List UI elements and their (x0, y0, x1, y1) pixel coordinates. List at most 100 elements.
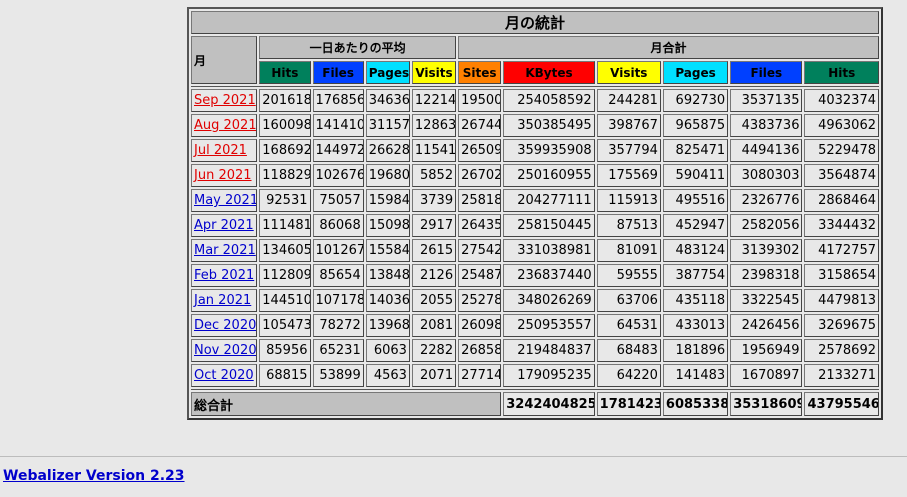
cell-hits: 4032374 (804, 89, 879, 112)
cell-d-visits: 2055 (411, 289, 457, 312)
cell-d-visits: 5852 (411, 164, 457, 187)
monthly-total-header: 月合計 (458, 36, 879, 59)
daily-hits-header: Hits (259, 61, 311, 84)
table-row: Nov 2020 85956 65231 6063 2282 26858 219484837… (191, 339, 879, 362)
month-link[interactable]: Nov 2020 (194, 343, 256, 358)
cell-sites: 27714 (458, 364, 502, 387)
cell-pages: 181896 (662, 339, 729, 362)
month-cell: Oct 2020 (191, 364, 258, 387)
cell-d-visits: 2071 (411, 364, 457, 387)
cell-hits: 5229478 (804, 139, 879, 162)
cell-d-pages: 15098 (365, 214, 410, 237)
cell-hits: 4172757 (804, 239, 879, 262)
cell-files: 2398318 (730, 264, 803, 287)
cell-files: 2326776 (730, 189, 803, 212)
month-cell: Feb 2021 (191, 264, 258, 287)
daily-visits-header: Visits (411, 61, 457, 84)
cell-sites: 25487 (458, 264, 502, 287)
cell-d-files: 75057 (312, 189, 364, 212)
month-link[interactable]: Sep 2021 (194, 93, 256, 108)
cell-visits: 357794 (596, 139, 661, 162)
month-cell: Nov 2020 (191, 339, 258, 362)
month-cell: May 2021 (191, 189, 258, 212)
total-visits-header: Visits (596, 61, 661, 84)
footer-divider (0, 456, 907, 457)
cell-d-hits: 111481 (259, 214, 311, 237)
cell-sites: 26509 (458, 139, 502, 162)
cell-hits: 4479813 (804, 289, 879, 312)
cell-pages: 483124 (662, 239, 729, 262)
cell-hits: 3158654 (804, 264, 879, 287)
cell-visits: 64531 (596, 314, 661, 337)
cell-d-files: 85654 (312, 264, 364, 287)
cell-d-pages: 34636 (365, 89, 410, 112)
cell-pages: 387754 (662, 264, 729, 287)
grand-total-hits: 43795546 (804, 392, 879, 416)
month-link[interactable]: Jul 2021 (194, 143, 247, 158)
table-row: Aug 2021 160098 141410 31157 12863 26744 35038… (191, 114, 879, 137)
cell-d-hits: 168692 (259, 139, 311, 162)
cell-sites: 26702 (458, 164, 502, 187)
cell-files: 1670897 (730, 364, 803, 387)
month-cell: Apr 2021 (191, 214, 258, 237)
table-row: Mar 2021 134605 101267 15584 2615 27542 331038… (191, 239, 879, 262)
cell-kbytes: 254058592 (503, 89, 595, 112)
month-link[interactable]: Jan 2021 (194, 293, 251, 308)
month-link[interactable]: Jun 2021 (194, 168, 252, 183)
cell-sites: 25278 (458, 289, 502, 312)
cell-kbytes: 179095235 (503, 364, 595, 387)
cell-pages: 495516 (662, 189, 729, 212)
cell-sites: 25818 (458, 189, 502, 212)
cell-files: 4494136 (730, 139, 803, 162)
month-link[interactable]: Oct 2020 (194, 368, 254, 383)
table-title: 月の統計 (191, 11, 879, 34)
daily-pages-header: Pages (365, 61, 410, 84)
cell-pages: 590411 (662, 164, 729, 187)
month-link[interactable]: Mar 2021 (194, 243, 256, 258)
monthly-rows: Sep 2021 201618 176856 34636 12214 19500 25405… (191, 89, 879, 387)
cell-d-hits: 112809 (259, 264, 311, 287)
cell-kbytes: 250160955 (503, 164, 595, 187)
cell-pages: 435118 (662, 289, 729, 312)
daily-files-header: Files (312, 61, 364, 84)
cell-kbytes: 348026269 (503, 289, 595, 312)
cell-files: 3080303 (730, 164, 803, 187)
cell-d-visits: 2615 (411, 239, 457, 262)
cell-files: 3537135 (730, 89, 803, 112)
month-link[interactable]: Apr 2021 (194, 218, 254, 233)
cell-sites: 27542 (458, 239, 502, 262)
grand-total-row: 総合計 3242404825 1781423 6085338 35318609 … (191, 392, 879, 416)
cell-kbytes: 258150445 (503, 214, 595, 237)
cell-d-pages: 31157 (365, 114, 410, 137)
table-row: Feb 2021 112809 85654 13848 2126 25487 2368374… (191, 264, 879, 287)
cell-hits: 2868464 (804, 189, 879, 212)
cell-kbytes: 350385495 (503, 114, 595, 137)
cell-d-files: 65231 (312, 339, 364, 362)
month-cell: Jun 2021 (191, 164, 258, 187)
cell-d-hits: 134605 (259, 239, 311, 262)
month-link[interactable]: May 2021 (194, 193, 256, 208)
daily-average-header: 一日あたりの平均 (259, 36, 457, 59)
table-row: Jun 2021 118829 102676 19680 5852 26702 250160… (191, 164, 879, 187)
month-cell: Jan 2021 (191, 289, 258, 312)
cell-kbytes: 219484837 (503, 339, 595, 362)
grand-total-label: 総合計 (191, 392, 502, 416)
month-link[interactable]: Dec 2020 (194, 318, 256, 333)
month-link[interactable]: Aug 2021 (194, 118, 256, 133)
grand-total-files: 35318609 (730, 392, 803, 416)
grand-total-kbytes: 3242404825 (503, 392, 595, 416)
month-link[interactable]: Feb 2021 (194, 268, 254, 283)
cell-d-files: 144972 (312, 139, 364, 162)
cell-sites: 26744 (458, 114, 502, 137)
monthly-stats-table: 月の統計 月 一日あたりの平均 月合計 Hits Files Pages Vis… (189, 9, 881, 418)
cell-d-visits: 2917 (411, 214, 457, 237)
cell-d-pages: 15584 (365, 239, 410, 262)
cell-files: 3322545 (730, 289, 803, 312)
webalizer-version-link[interactable]: Webalizer Version 2.23 (3, 468, 185, 484)
month-cell: Mar 2021 (191, 239, 258, 262)
cell-d-hits: 118829 (259, 164, 311, 187)
cell-visits: 115913 (596, 189, 661, 212)
cell-d-files: 86068 (312, 214, 364, 237)
cell-files: 4383736 (730, 114, 803, 137)
cell-d-files: 102676 (312, 164, 364, 187)
